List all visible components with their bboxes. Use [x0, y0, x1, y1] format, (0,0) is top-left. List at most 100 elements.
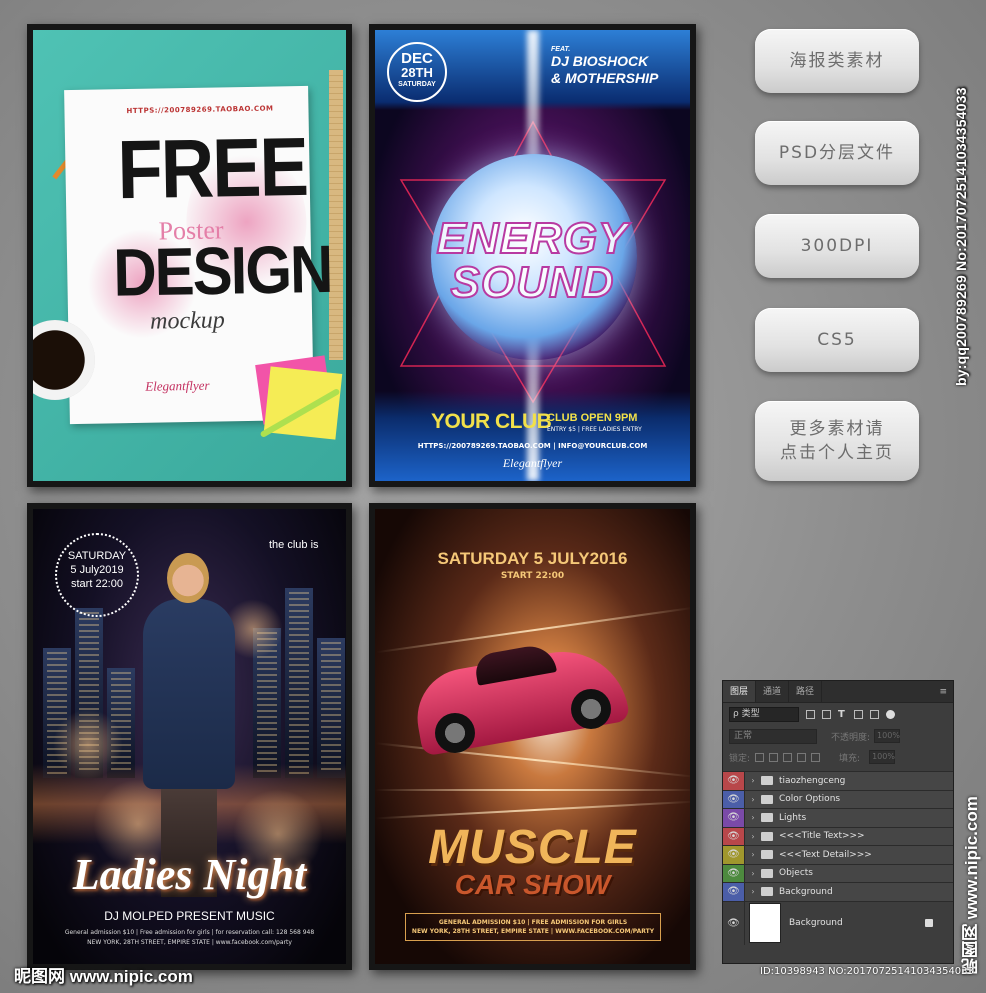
- layer-row[interactable]: 👁 › Color Options: [723, 789, 953, 808]
- lock-icon: [925, 919, 933, 927]
- layer-name: Background: [789, 918, 843, 928]
- background-layer-row[interactable]: 👁 Background: [723, 900, 953, 945]
- layer-row[interactable]: 👁 › tiaozhengceng: [723, 771, 953, 790]
- layer-name: Color Options: [779, 794, 841, 805]
- expand-arrow-icon[interactable]: ›: [747, 850, 759, 859]
- layer-name: tiaozhengceng: [779, 775, 846, 786]
- lock-transparent-icon[interactable]: [755, 752, 765, 762]
- visibility-eye-icon[interactable]: 👁: [723, 864, 745, 882]
- filter-pixel-icon[interactable]: [806, 709, 815, 719]
- contact-urls: HTTPS://200789269.TAOBAO.COM | INFO@YOUR…: [417, 442, 648, 450]
- fill-label: 填充:: [839, 753, 861, 764]
- poster-mockup-text: mockup: [149, 307, 226, 335]
- light-streak: [375, 789, 690, 791]
- fill-field[interactable]: 100%: [869, 750, 896, 764]
- nipic-watermark-bottom: 昵图网 www.nipic.com: [14, 967, 193, 986]
- poster-title-design: DESIGN: [112, 231, 332, 311]
- visibility-eye-icon[interactable]: 👁: [723, 772, 745, 790]
- event-start: START 22:00: [500, 571, 565, 581]
- poster-title-ladies-night: Ladies Night: [72, 850, 307, 899]
- lock-position-icon[interactable]: [783, 752, 793, 762]
- folder-icon: [761, 850, 773, 860]
- blend-mode-select[interactable]: 正常: [729, 728, 817, 744]
- bokeh-light: [53, 709, 123, 779]
- filter-toggle-icon[interactable]: [886, 709, 895, 719]
- folder-icon: [761, 794, 773, 804]
- opacity-field[interactable]: 100%: [874, 729, 901, 743]
- visibility-eye-icon[interactable]: 👁: [723, 827, 745, 845]
- folder-icon: [761, 868, 773, 878]
- event-info-box: GENERAL ADMISSION $10 | FREE ADMISSION F…: [405, 913, 661, 941]
- tag-button-more-materials[interactable]: 更多素材请 点击个人主页: [755, 401, 919, 481]
- nipic-watermark-vertical: 昵图网 www.nipic.com: [962, 796, 981, 975]
- address-info: NEW YORK, 28TH STREET, EMPIRE STATE | ww…: [87, 939, 292, 946]
- filter-type-icon[interactable]: T: [838, 709, 847, 719]
- expand-arrow-icon[interactable]: ›: [747, 869, 759, 878]
- layer-row[interactable]: 👁 › Lights: [723, 808, 953, 827]
- layer-row[interactable]: 👁 › Background: [723, 882, 953, 901]
- filter-kind-select[interactable]: ρ 类型: [729, 706, 799, 722]
- featured-artists: FEAT. DJ BIOSHOCK & MOTHERSHIP: [551, 46, 659, 86]
- club-text: the club is: [269, 539, 319, 551]
- poster-title-muscle: MUSCLE: [428, 821, 637, 874]
- poster-title-car-show: CAR SHOW: [454, 869, 611, 900]
- lock-artboard-icon[interactable]: [797, 752, 807, 762]
- visibility-eye-icon[interactable]: 👁: [723, 901, 745, 945]
- panel-menu-icon[interactable]: ≡: [933, 681, 953, 702]
- tag-button-poster-material[interactable]: 海报类素材: [755, 29, 919, 93]
- dj-line: DJ MOLPED PRESENT MUSIC: [104, 909, 275, 923]
- tag-button-cs5[interactable]: CS5: [755, 308, 919, 372]
- lock-image-icon[interactable]: [769, 752, 779, 762]
- image-id: ID:10398943 NO:20170725141034354033: [760, 966, 974, 977]
- visibility-eye-icon[interactable]: 👁: [723, 846, 745, 864]
- expand-arrow-icon[interactable]: ›: [747, 795, 759, 804]
- blend-row: 正常 不透明度: 100%: [723, 725, 953, 747]
- visibility-eye-icon[interactable]: 👁: [723, 883, 745, 901]
- expand-arrow-icon[interactable]: ›: [747, 887, 759, 896]
- car-wheel: [435, 713, 475, 753]
- woman-figure: [143, 599, 235, 789]
- layers-panel: 图层 通道 路径 ≡ ρ 类型 T 正常 不透明度: 100% 锁定: 填充: …: [722, 680, 954, 964]
- date-circle: SATURDAY 5 July2019 start 22:00: [55, 533, 139, 617]
- visibility-eye-icon[interactable]: 👁: [723, 790, 745, 808]
- layer-name: <<<Title Text>>>: [779, 831, 865, 842]
- author-watermark: by:qq200789269 No:20170725141034354033: [953, 87, 969, 386]
- tab-paths[interactable]: 路径: [789, 681, 823, 702]
- filter-adjustment-icon[interactable]: [822, 709, 831, 719]
- tag-button-psd-layered[interactable]: PSD分层文件: [755, 121, 919, 185]
- date-badge: DEC 28TH SATURDAY: [387, 42, 447, 102]
- expand-arrow-icon[interactable]: ›: [747, 813, 759, 822]
- filter-shape-icon[interactable]: [854, 709, 863, 719]
- poster-energy-sound[interactable]: DEC 28TH SATURDAY FEAT. DJ BIOSHOCK & MO…: [369, 24, 696, 487]
- opacity-label: 不透明度:: [831, 732, 871, 743]
- tag-button-300dpi[interactable]: 300DPI: [755, 214, 919, 278]
- ruler: [329, 70, 343, 360]
- tab-layers[interactable]: 图层: [723, 681, 757, 702]
- woman-head: [167, 553, 209, 603]
- poster-muscle-car-show[interactable]: SATURDAY 5 JULY2016 START 22:00 MUSCLE C…: [369, 503, 696, 970]
- filter-smart-object-icon[interactable]: [870, 709, 879, 719]
- city-building: [285, 588, 313, 778]
- folder-icon: [761, 831, 773, 841]
- layer-row[interactable]: 👁 › Objects: [723, 863, 953, 882]
- admission-info: General admission $10 | Free admission f…: [64, 929, 315, 936]
- poster-ladies-night[interactable]: SATURDAY 5 July2019 start 22:00 the club…: [27, 503, 352, 970]
- poster-free-design[interactable]: HTTPS://200789269.TAOBAO.COM FREE Poster…: [27, 24, 352, 487]
- entry-info: ENTRY $5 | FREE LADIES ENTRY: [547, 426, 642, 433]
- layer-row[interactable]: 👁 › <<<Text Detail>>>: [723, 845, 953, 864]
- layer-row[interactable]: 👁 › <<<Title Text>>>: [723, 826, 953, 845]
- layer-thumbnail: [749, 903, 781, 943]
- tab-channels[interactable]: 通道: [756, 681, 790, 702]
- poster-signature: Elegantflyer: [145, 377, 210, 394]
- expand-arrow-icon[interactable]: ›: [747, 832, 759, 841]
- club-open-time: CLUB OPEN 9PM: [547, 412, 638, 424]
- folder-icon: [761, 813, 773, 823]
- visibility-eye-icon[interactable]: 👁: [723, 809, 745, 827]
- lock-all-icon[interactable]: [811, 752, 821, 762]
- event-date: SATURDAY 5 JULY2016: [437, 549, 628, 568]
- layer-name: Objects: [779, 868, 814, 879]
- layer-name: Lights: [779, 812, 807, 823]
- poster-signature: Elegantflyer: [502, 456, 563, 470]
- panel-tabs: 图层 通道 路径 ≡: [723, 681, 953, 703]
- expand-arrow-icon[interactable]: ›: [747, 776, 759, 785]
